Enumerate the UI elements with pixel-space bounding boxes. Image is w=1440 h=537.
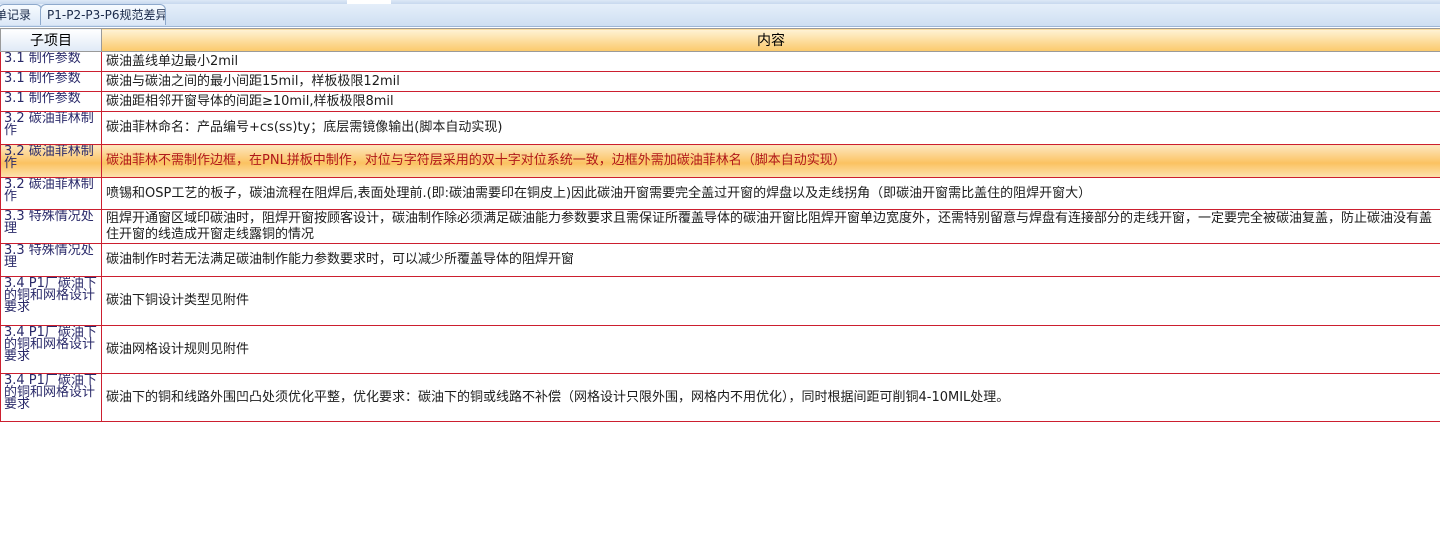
table-row[interactable]: 3.1 制作参数 碳油与碳油之间的最小间距15mil，样板极限12mil [0, 71, 1440, 92]
tab-records[interactable]: 单记录 [0, 4, 42, 25]
cell-sub: 3.4 P1厂碳油下的铜和网格设计要求 [0, 325, 102, 374]
column-header-content[interactable]: 内容 [101, 28, 1440, 52]
cell-sub: 3.1 制作参数 [0, 91, 102, 112]
table-row[interactable]: 3.4 P1厂碳油下的铜和网格设计要求 碳油下铜设计类型见附件 [0, 276, 1440, 326]
tab-spec-diff[interactable]: P1-P2-P3-P6规范差异 [40, 4, 166, 25]
cell-sub: 3.4 P1厂碳油下的铜和网格设计要求 [0, 373, 102, 422]
table-row[interactable]: 3.2 碳油菲林制作 喷锡和OSP工艺的板子，碳油流程在阻焊后,表面处理前.(即… [0, 177, 1440, 210]
sheet-tab-bar: 单记录 P1-P2-P3-P6规范差异 [0, 0, 1440, 27]
cell-content: 喷锡和OSP工艺的板子，碳油流程在阻焊后,表面处理前.(即:碳油需要印在铜皮上)… [101, 177, 1440, 210]
tab-bar-top-strip [0, 0, 1440, 4]
cell-sub: 3.1 制作参数 [0, 71, 102, 92]
cell-content: 碳油下铜设计类型见附件 [101, 276, 1440, 326]
table-row[interactable]: 3.2 碳油菲林制作 碳油菲林命名：产品编号+cs(ss)ty；底层需镜像输出(… [0, 111, 1440, 145]
cell-sub: 3.1 制作参数 [0, 51, 102, 72]
cell-sub: 3.4 P1厂碳油下的铜和网格设计要求 [0, 276, 102, 326]
table-row[interactable]: 3.4 P1厂碳油下的铜和网格设计要求 碳油网格设计规则见附件 [0, 325, 1440, 374]
cell-content: 碳油菲林不需制作边框，在PNL拼板中制作，对位与字符层采用的双十字对位系统一致，… [101, 144, 1440, 178]
cell-sub: 3.2 碳油菲林制作 [0, 177, 102, 210]
cell-content: 碳油盖线单边最小2mil [101, 51, 1440, 72]
cell-content: 碳油距相邻开窗导体的间距≥10mil,样板极限8mil [101, 91, 1440, 112]
table-row[interactable]: 3.3 特殊情况处理 阻焊开通窗区域印碳油时，阻焊开窗按顾客设计，碳油制作除必须… [0, 209, 1440, 244]
table-row[interactable]: 3.1 制作参数 碳油距相邻开窗导体的间距≥10mil,样板极限8mil [0, 91, 1440, 112]
table-row[interactable]: 3.3 特殊情况处理 碳油制作时若无法满足碳油制作能力参数要求时，可以减少所覆盖… [0, 243, 1440, 277]
tab-bar-gap [347, 0, 391, 4]
cell-content: 碳油菲林命名：产品编号+cs(ss)ty；底层需镜像输出(脚本自动实现) [101, 111, 1440, 145]
cell-content: 阻焊开通窗区域印碳油时，阻焊开窗按顾客设计，碳油制作除必须满足碳油能力参数要求且… [101, 209, 1440, 244]
spec-table: 子项目 内容 3.1 制作参数 碳油盖线单边最小2mil 3.1 制作参数 碳油… [0, 28, 1440, 422]
tab-spec-diff-label: P1-P2-P3-P6规范差异 [47, 8, 166, 22]
cell-content: 碳油下的铜和线路外围凹凸处须优化平整，优化要求：碳油下的铜或线路不补偿（网格设计… [101, 373, 1440, 422]
tab-records-label: 单记录 [0, 8, 32, 22]
cell-sub: 3.2 碳油菲林制作 [0, 111, 102, 145]
table-row-selected[interactable]: 3.2 碳油菲林制作 碳油菲林不需制作边框，在PNL拼板中制作，对位与字符层采用… [0, 144, 1440, 178]
cell-sub: 3.2 碳油菲林制作 [0, 144, 102, 178]
cell-content: 碳油与碳油之间的最小间距15mil，样板极限12mil [101, 71, 1440, 92]
table-row[interactable]: 3.4 P1厂碳油下的铜和网格设计要求 碳油下的铜和线路外围凹凸处须优化平整，优… [0, 373, 1440, 422]
table-header-row: 子项目 内容 [0, 28, 1440, 52]
table-row[interactable]: 3.1 制作参数 碳油盖线单边最小2mil [0, 51, 1440, 72]
cell-sub: 3.3 特殊情况处理 [0, 243, 102, 277]
column-header-sub[interactable]: 子项目 [0, 28, 102, 52]
cell-content: 碳油制作时若无法满足碳油制作能力参数要求时，可以减少所覆盖导体的阻焊开窗 [101, 243, 1440, 277]
cell-sub: 3.3 特殊情况处理 [0, 209, 102, 244]
cell-content: 碳油网格设计规则见附件 [101, 325, 1440, 374]
